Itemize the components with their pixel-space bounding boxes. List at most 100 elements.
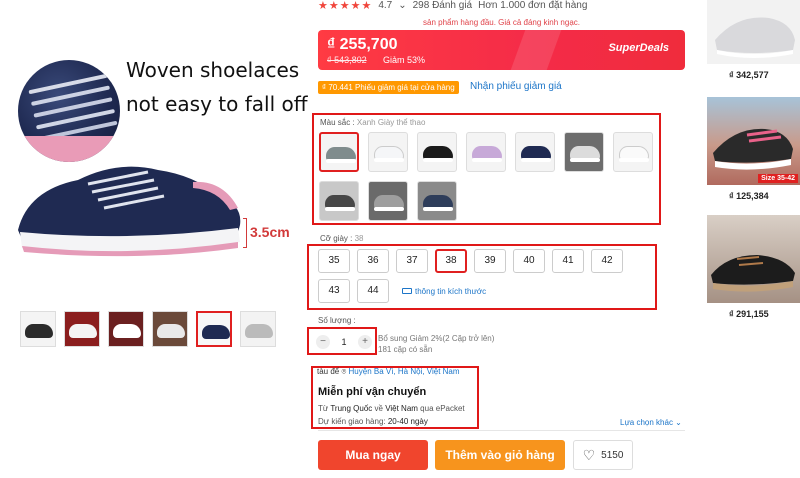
color-swatch[interactable] bbox=[417, 181, 457, 221]
banner-decoration bbox=[510, 30, 562, 70]
eta-value: 20-40 ngày bbox=[387, 417, 428, 426]
image-caption-line2: not easy to fall off bbox=[126, 92, 308, 116]
size-option[interactable]: 39 bbox=[474, 249, 506, 273]
free-shipping-title: Miễn phí vận chuyển bbox=[318, 386, 427, 398]
size-option[interactable]: 37 bbox=[396, 249, 428, 273]
recommended-price: ₫ 291,155 bbox=[729, 309, 769, 319]
ship-from-location[interactable]: Huyện Ba Vì, Hà Nội, Việt Nam bbox=[349, 367, 460, 376]
more-shipping-options-link[interactable]: Lựa chọn khác ⌄ bbox=[620, 418, 682, 427]
shipping-route: Từ Trung Quốc về Việt Nam qua ePacket bbox=[318, 404, 465, 413]
store-coupon-tag: ₫ 70.441 Phiếu giảm giá tại cửa hàng bbox=[318, 81, 459, 94]
dimension-label: 3.5cm bbox=[250, 224, 290, 240]
color-label: Màu sắc : Xanh Giày thể thao bbox=[320, 118, 425, 127]
superdeals-badge: SuperDeals bbox=[608, 42, 669, 54]
dimension-bracket bbox=[243, 218, 247, 248]
recommended-price: ₫ 342,577 bbox=[729, 70, 769, 80]
shoe-image bbox=[18, 166, 241, 257]
recommended-item[interactable]: ₫ 291,155 bbox=[707, 215, 800, 319]
size-label-text: Cỡ giày : bbox=[320, 234, 355, 243]
current-price: ₫ 255,700 bbox=[327, 36, 398, 53]
thumbnail[interactable] bbox=[152, 311, 188, 347]
thumbnail[interactable] bbox=[64, 311, 100, 347]
color-swatches bbox=[319, 132, 659, 221]
review-count-link[interactable]: 298 Đánh giá bbox=[413, 0, 473, 11]
size-option[interactable]: 36 bbox=[357, 249, 389, 273]
color-swatch[interactable] bbox=[417, 132, 457, 172]
buy-now-button[interactable]: Mua ngay bbox=[318, 440, 428, 470]
route-method: qua ePacket bbox=[417, 404, 465, 413]
route-text: về bbox=[372, 404, 386, 413]
shoe-image bbox=[711, 255, 795, 292]
ship-from: tàu để ⌾ Huyện Ba Vì, Hà Nội, Việt Nam bbox=[317, 367, 460, 377]
ship-from-prefix: tàu để bbox=[317, 367, 340, 376]
size-guide-link[interactable]: thông tin kích thước bbox=[402, 279, 486, 303]
color-label-text: Màu sắc : bbox=[320, 118, 357, 127]
wishlist-count: 5150 bbox=[601, 449, 624, 461]
size-option[interactable]: 42 bbox=[591, 249, 623, 273]
shoe-image bbox=[715, 17, 795, 58]
size-option[interactable]: 35 bbox=[318, 249, 350, 273]
color-swatch[interactable] bbox=[466, 132, 506, 172]
add-to-cart-button[interactable]: Thêm vào giỏ hàng bbox=[435, 440, 565, 470]
ruler-icon bbox=[402, 288, 412, 294]
size-options: 35 36 37 38 39 40 41 42 43 44 thông tin … bbox=[318, 249, 652, 303]
recommended-image bbox=[707, 0, 800, 64]
size-badge: Size 35-42 bbox=[758, 174, 798, 183]
price-banner: ₫ 255,700 ₫ 543,802 Giảm 53% SuperDeals bbox=[318, 30, 685, 70]
recommended-image: Size 35-42 bbox=[707, 97, 800, 185]
rating-row: ★★★★★ 4.7 ⌄ 298 Đánh giá Hơn 1.000 đơn đ… bbox=[318, 0, 587, 12]
shoelace-closeup-image bbox=[18, 60, 120, 162]
chevron-down-icon[interactable]: ⌄ bbox=[398, 0, 406, 11]
location-pin-icon: ⌾ bbox=[341, 367, 347, 376]
color-swatch[interactable] bbox=[564, 132, 604, 172]
color-swatch[interactable] bbox=[515, 132, 555, 172]
main-product-image[interactable]: Woven shoelaces not easy to fall off 3.5… bbox=[0, 0, 308, 300]
eta-label: Dự kiến giao hàng: bbox=[318, 417, 388, 426]
stock-text: 181 cặp có sẵn bbox=[378, 345, 433, 354]
thumbnail-strip bbox=[20, 311, 276, 347]
size-option[interactable]: 40 bbox=[513, 249, 545, 273]
original-price: ₫ 543,802 bbox=[327, 55, 367, 65]
image-caption-line1: Woven shoelaces bbox=[126, 58, 300, 82]
thumbnail-active[interactable] bbox=[196, 311, 232, 347]
size-option[interactable]: 44 bbox=[357, 279, 389, 303]
quantity-info: Bổ sung Giảm 2%(2 Cặp trở lên) 181 cặp c… bbox=[378, 333, 494, 355]
increase-button[interactable]: + bbox=[357, 335, 372, 349]
divider bbox=[318, 430, 685, 431]
thumbnail[interactable] bbox=[240, 311, 276, 347]
product-gallery: Woven shoelaces not easy to fall off 3.5… bbox=[0, 0, 308, 478]
get-coupon-link[interactable]: Nhận phiếu giảm giá bbox=[470, 81, 562, 92]
order-count: Hơn 1.000 đơn đặt hàng bbox=[478, 0, 588, 11]
size-option[interactable]: 41 bbox=[552, 249, 584, 273]
route-destination: Việt Nam bbox=[385, 404, 418, 413]
route-text: Từ bbox=[318, 404, 331, 413]
thumbnail[interactable] bbox=[108, 311, 144, 347]
size-label: Cỡ giày : 38 bbox=[320, 234, 364, 243]
color-swatch[interactable] bbox=[613, 132, 653, 172]
size-option-selected[interactable]: 38 bbox=[435, 249, 467, 273]
size-guide-text: thông tin kích thước bbox=[415, 286, 487, 296]
wishlist-button[interactable]: ♡ 5150 bbox=[573, 440, 633, 470]
recommended-item[interactable]: Size 35-42 ₫ 125,384 bbox=[707, 97, 800, 201]
color-swatch[interactable] bbox=[368, 132, 408, 172]
color-swatch[interactable] bbox=[368, 181, 408, 221]
quantity-label: Số lượng : bbox=[318, 316, 356, 325]
size-value: 38 bbox=[354, 234, 364, 243]
bulk-discount-text: Bổ sung Giảm 2%(2 Cặp trở lên) bbox=[378, 334, 495, 343]
decrease-button[interactable]: − bbox=[316, 335, 330, 349]
discount-label: Giảm 53% bbox=[383, 55, 426, 65]
color-value: Xanh Giày thể thao bbox=[356, 118, 426, 127]
star-rating-icon: ★★★★★ bbox=[318, 0, 373, 12]
quantity-input[interactable]: 1 bbox=[341, 337, 346, 347]
shoe-image bbox=[713, 128, 793, 170]
quantity-stepper: − 1 + bbox=[316, 334, 372, 350]
heart-icon: ♡ bbox=[582, 447, 596, 463]
color-swatch[interactable] bbox=[319, 181, 359, 221]
rating-score: 4.7 bbox=[378, 0, 393, 11]
thumbnail[interactable] bbox=[20, 311, 56, 347]
color-swatch-selected[interactable] bbox=[319, 132, 359, 172]
size-option[interactable]: 43 bbox=[318, 279, 350, 303]
recommended-item[interactable]: ₫ 342,577 bbox=[707, 0, 800, 80]
recommended-price: ₫ 125,384 bbox=[729, 191, 769, 201]
route-origin: Trung Quốc bbox=[330, 404, 373, 413]
